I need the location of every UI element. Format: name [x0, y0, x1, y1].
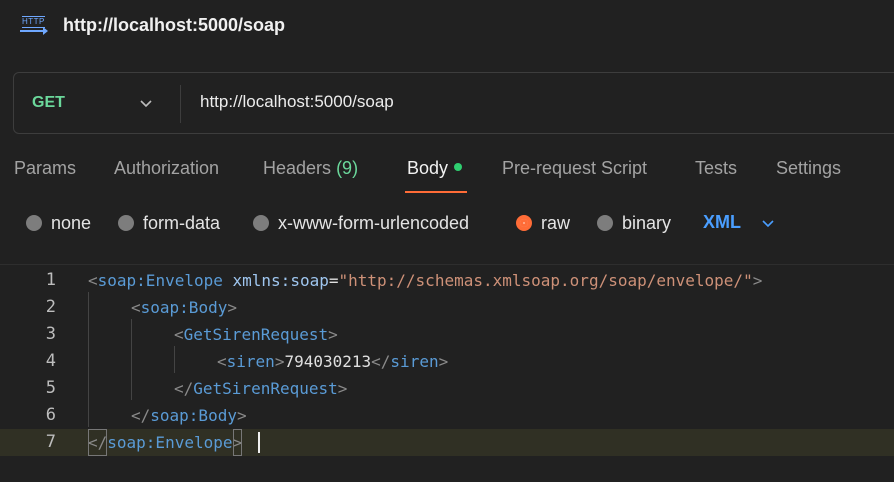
tag-bracket: < — [174, 325, 184, 344]
tag-bracket: > — [232, 429, 243, 456]
language-selector[interactable]: XML — [703, 212, 741, 233]
request-page: HTTP http://localhost:5000/soap GET http… — [0, 0, 894, 482]
tag-bracket: </ — [174, 379, 194, 398]
tab-label: Tests — [695, 158, 738, 178]
line-number: 6 — [45, 405, 56, 425]
tab-label: Body — [407, 158, 449, 178]
tag-bracket: < — [88, 271, 98, 290]
tab-pre-request-script[interactable]: Pre-request Script — [502, 158, 647, 179]
tab-headers[interactable]: Headers (9) — [263, 158, 358, 179]
tag-bracket: > — [337, 379, 348, 398]
tab-label: Authorization — [114, 158, 220, 178]
body-option-form-data[interactable]: form-data — [118, 212, 220, 234]
body-type-options: none form-data x-www-form-urlencoded raw… — [0, 205, 894, 241]
tag-bracket: < — [217, 352, 227, 371]
tag-bracket: </ — [371, 352, 391, 371]
radio-button[interactable] — [597, 215, 613, 231]
text-cursor — [258, 432, 260, 453]
code-line[interactable]: 5 </GetSirenRequest> — [0, 375, 894, 402]
code-line-current[interactable]: 7 </soap:Envelope> — [0, 429, 894, 456]
body-option-raw[interactable]: raw — [516, 212, 570, 234]
body-active-dot — [454, 163, 463, 172]
line-number: 5 — [45, 378, 56, 398]
code-line[interactable]: 1 <soap:Envelope xmlns:soap="http://sche… — [0, 267, 894, 294]
attr-name: xmlns:soap — [232, 271, 329, 290]
tag-name: soap:Envelope — [107, 433, 233, 452]
body-option-none[interactable]: none — [26, 212, 91, 234]
radio-button[interactable] — [253, 215, 269, 231]
tag-name: soap:Envelope — [97, 271, 223, 290]
chevron-down-icon[interactable] — [762, 217, 774, 229]
http-icon-text: HTTP — [22, 16, 45, 28]
chevron-down-icon[interactable] — [140, 97, 152, 109]
attr-value: "http://schemas.xmlsoap.org/soap/envelop… — [338, 271, 753, 290]
code-editor[interactable]: 1 <soap:Envelope xmlns:soap="http://sche… — [0, 264, 894, 482]
request-header: HTTP http://localhost:5000/soap — [0, 0, 894, 52]
radio-button[interactable] — [26, 215, 42, 231]
option-label: form-data — [143, 212, 221, 233]
tag-bracket: > — [438, 352, 449, 371]
tag-bracket: </ — [131, 406, 151, 425]
tag-bracket: > — [236, 406, 247, 425]
tag-bracket: < — [131, 298, 141, 317]
tab-authorization[interactable]: Authorization — [114, 158, 219, 179]
line-number: 2 — [45, 297, 56, 317]
body-option-urlencoded[interactable]: x-www-form-urlencoded — [253, 212, 469, 234]
tab-tests[interactable]: Tests — [695, 158, 737, 179]
tag-bracket: > — [752, 271, 763, 290]
code-line[interactable]: 3 <GetSirenRequest> — [0, 321, 894, 348]
request-tabs: Params Authorization Headers (9) Body Pr… — [0, 150, 894, 194]
option-label: none — [51, 212, 92, 233]
tag-name: siren — [226, 352, 275, 371]
body-option-binary[interactable]: binary — [597, 212, 671, 234]
line-number: 4 — [45, 351, 56, 371]
tag-name: GetSirenRequest — [193, 379, 338, 398]
tab-label: Headers — [263, 158, 332, 178]
request-title[interactable]: http://localhost:5000/soap — [63, 15, 285, 36]
line-number: 7 — [45, 432, 56, 452]
url-bar: GET http://localhost:5000/soap — [13, 72, 894, 134]
tab-params[interactable]: Params — [14, 158, 76, 179]
url-input[interactable]: http://localhost:5000/soap — [200, 92, 394, 112]
radio-button[interactable] — [118, 215, 134, 231]
tag-name: soap:Body — [140, 298, 228, 317]
tag-name: soap:Body — [150, 406, 237, 425]
http-icon: HTTP — [20, 13, 48, 37]
tag-bracket: > — [227, 298, 237, 317]
element-text: 794030213 — [284, 352, 372, 371]
code-line[interactable]: 4 <siren>794030213</siren> — [0, 348, 894, 375]
code-line[interactable]: 2 <soap:Body> — [0, 294, 894, 321]
headers-count: (9) — [336, 158, 359, 178]
line-number: 3 — [45, 324, 56, 344]
radio-button-selected[interactable] — [516, 215, 532, 231]
tag-bracket: > — [328, 325, 338, 344]
option-label: raw — [541, 212, 571, 233]
tag-name: siren — [390, 352, 439, 371]
tab-label: Settings — [776, 158, 842, 178]
tab-label: Params — [14, 158, 77, 178]
url-divider — [180, 85, 181, 123]
code-line[interactable]: 6 </soap:Body> — [0, 402, 894, 429]
tab-label: Pre-request Script — [502, 158, 648, 178]
option-label: binary — [622, 212, 672, 233]
line-number: 1 — [45, 270, 56, 290]
tab-body[interactable]: Body — [407, 158, 463, 179]
tag-name: GetSirenRequest — [183, 325, 329, 344]
method-selector[interactable]: GET — [32, 94, 65, 112]
active-tab-indicator — [405, 191, 467, 193]
tab-settings[interactable]: Settings — [776, 158, 841, 179]
tag-bracket: > — [274, 352, 285, 371]
option-label: x-www-form-urlencoded — [278, 212, 470, 233]
tag-bracket: </ — [88, 429, 108, 456]
